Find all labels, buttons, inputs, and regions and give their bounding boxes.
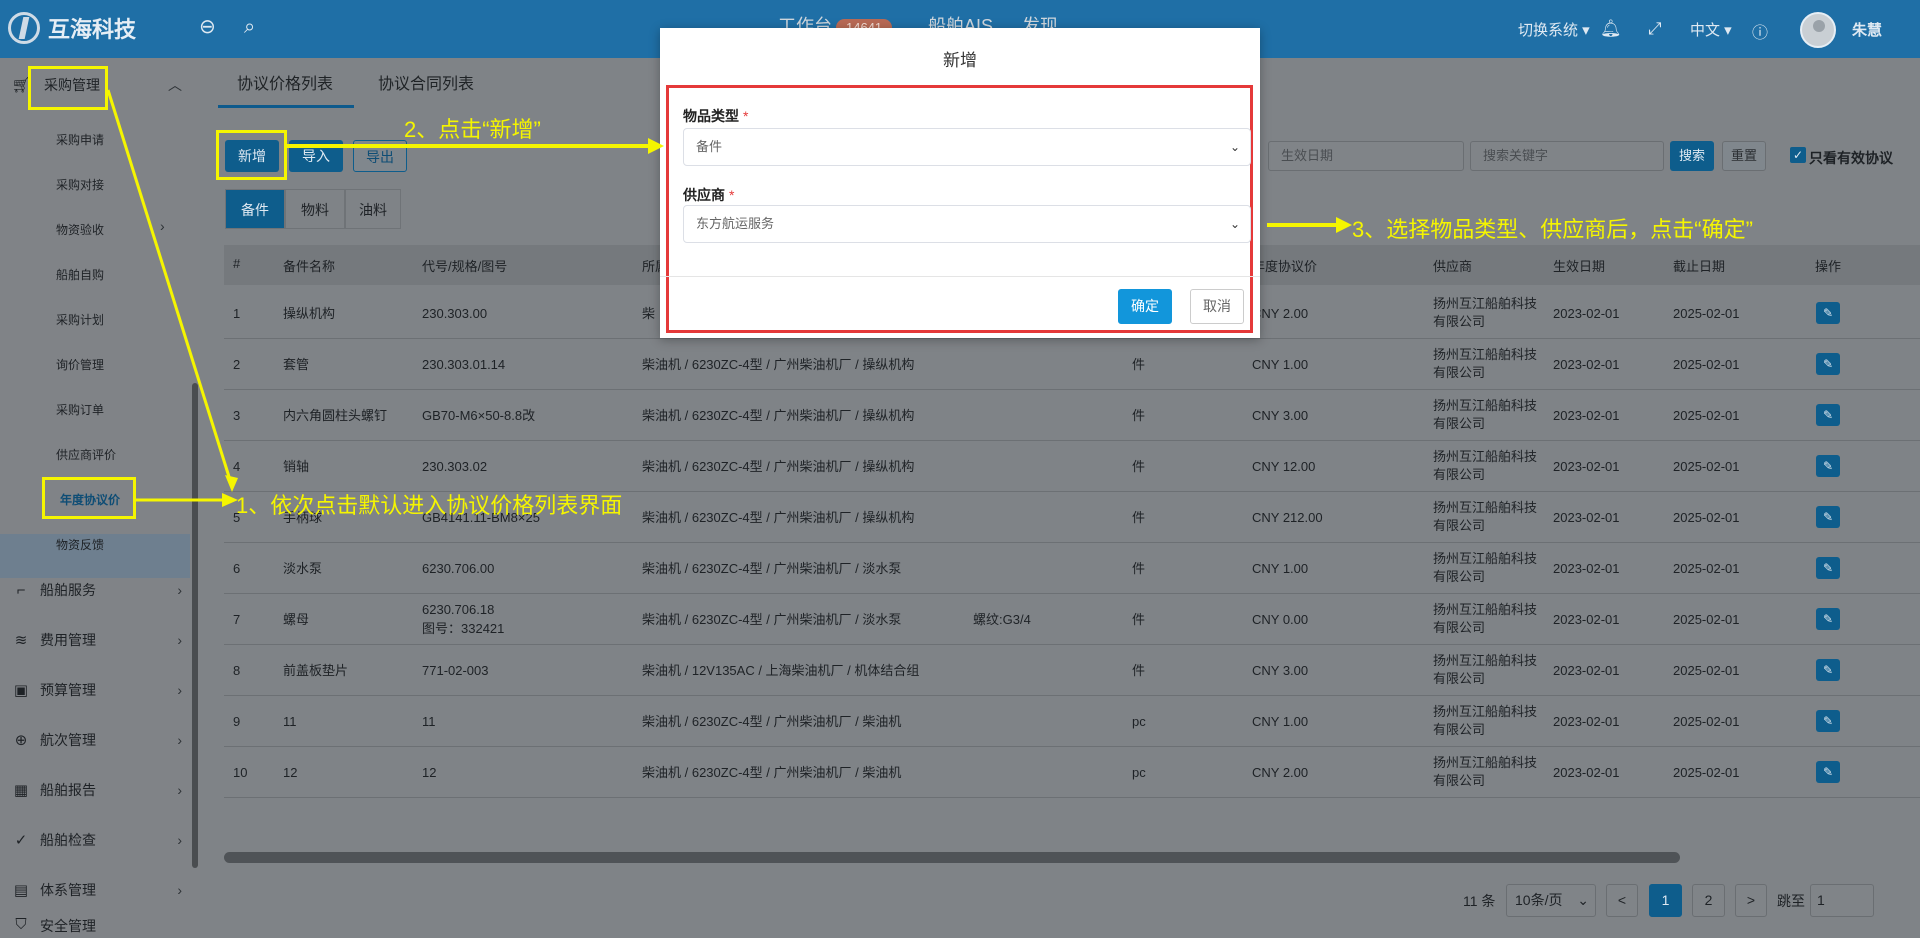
arrow-sidebar-to-step1 — [106, 89, 232, 481]
annotation-arrows — [106, 89, 1352, 507]
arrowhead-step1b — [222, 493, 238, 507]
arrowhead-step1a — [225, 475, 238, 492]
arrowhead-step2 — [648, 138, 664, 154]
arrowhead-step3 — [1336, 217, 1352, 233]
